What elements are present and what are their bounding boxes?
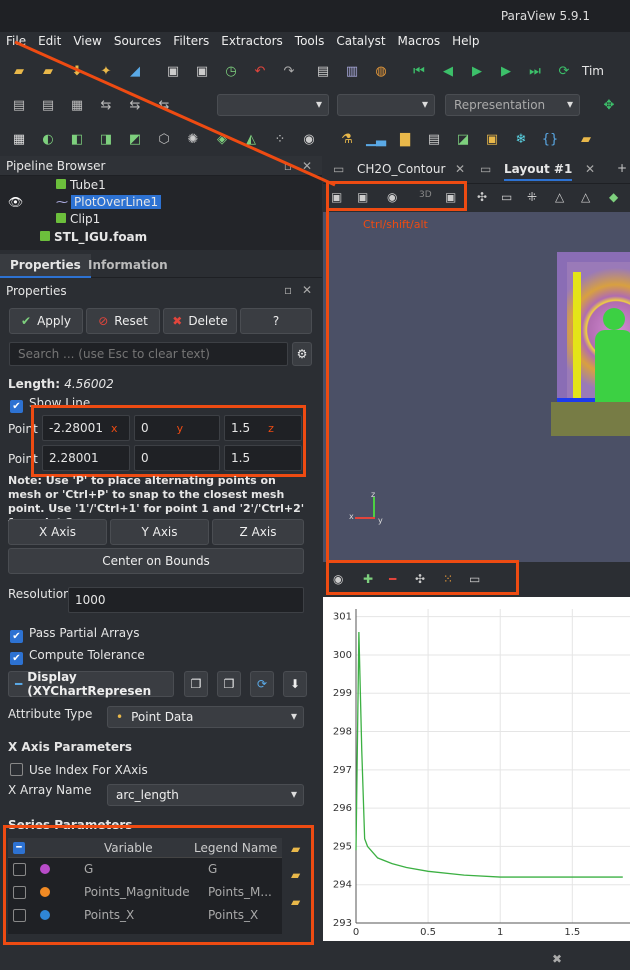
status-bar: ✖: [0, 948, 630, 970]
annotation-arrows: [14, 40, 336, 187]
close-icon[interactable]: ✖: [552, 952, 562, 966]
